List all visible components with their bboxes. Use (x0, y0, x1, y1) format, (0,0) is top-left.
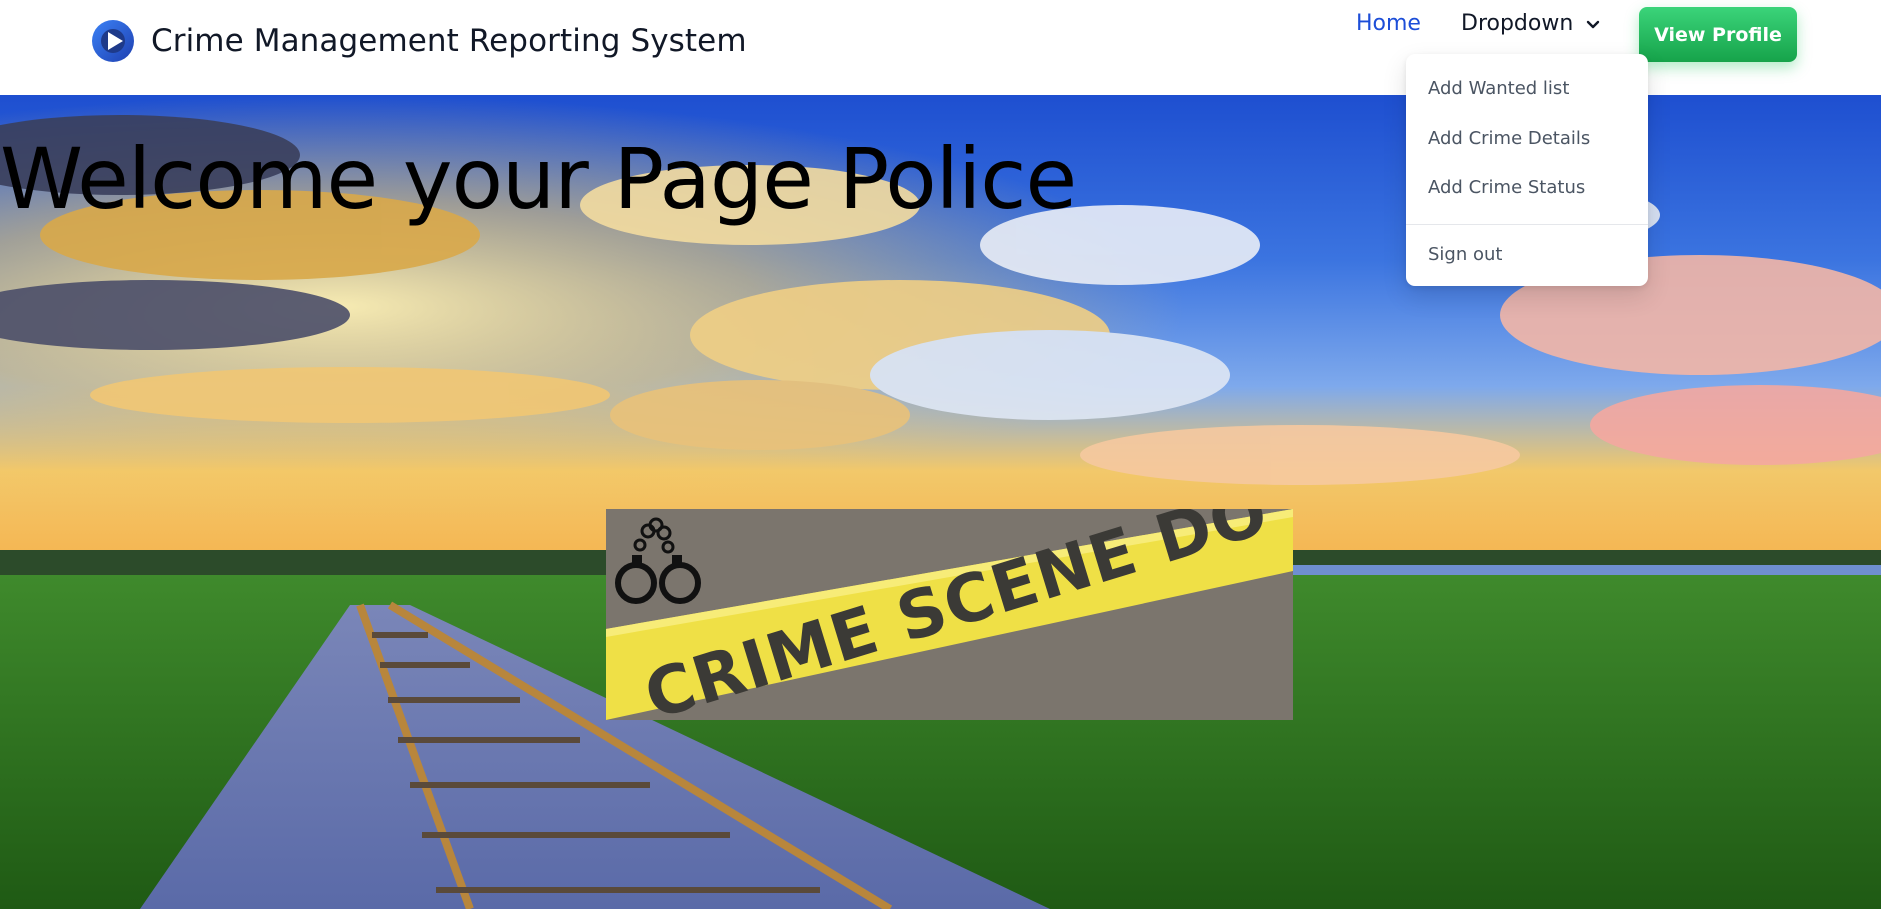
dropdown-menu: Add Wanted list Add Crime Details Add Cr… (1406, 54, 1648, 286)
welcome-heading: Welcome your Page Police (0, 130, 1077, 228)
app-title: Crime Management Reporting System (151, 23, 747, 59)
nav-dropdown-toggle[interactable]: Dropdown (1461, 11, 1601, 36)
menu-divider (1406, 224, 1648, 225)
nav-dropdown-label: Dropdown (1461, 11, 1574, 36)
view-profile-button[interactable]: View Profile (1639, 7, 1797, 62)
crime-scene-banner-image: CRIME SCENE DO NOT CROSS (606, 509, 1293, 720)
menu-item-sign-out[interactable]: Sign out (1428, 244, 1502, 265)
handcuffs-icon (615, 517, 701, 604)
menu-item-add-crime-status[interactable]: Add Crime Status (1428, 177, 1585, 198)
brand[interactable]: Crime Management Reporting System (91, 17, 747, 65)
menu-item-add-wanted-list[interactable]: Add Wanted list (1428, 78, 1569, 99)
nav-home-link[interactable]: Home (1356, 11, 1421, 36)
menu-item-add-crime-details[interactable]: Add Crime Details (1428, 128, 1590, 149)
chevron-down-icon (1587, 20, 1600, 28)
play-circle-icon (92, 20, 134, 62)
